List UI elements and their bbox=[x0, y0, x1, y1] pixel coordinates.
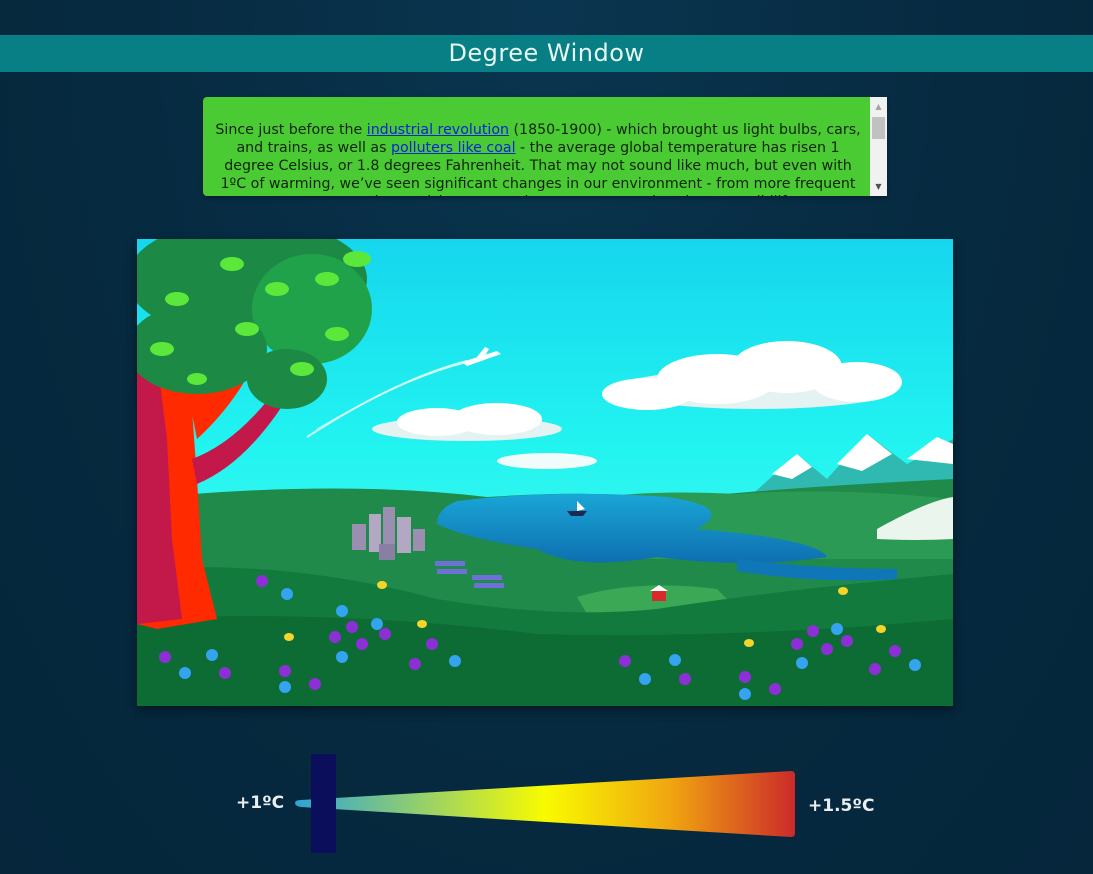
info-scrollbar[interactable]: ▲ ▼ bbox=[870, 97, 887, 196]
scroll-up-arrow-icon[interactable]: ▲ bbox=[870, 98, 887, 115]
page-title: Degree Window bbox=[0, 35, 1093, 72]
slider-handle[interactable] bbox=[311, 754, 336, 853]
scroll-down-arrow-icon[interactable]: ▼ bbox=[870, 178, 887, 195]
info-text: Since just before the industrial revolut… bbox=[215, 121, 861, 196]
slider-min-label: +1ºC bbox=[236, 793, 285, 813]
info-text-part-1: Since just before the bbox=[215, 122, 367, 138]
temperature-slider[interactable]: +1ºC +1.5ºC bbox=[0, 745, 1093, 865]
industrial-revolution-link[interactable]: industrial revolution bbox=[367, 122, 509, 138]
slider-max-label: +1.5ºC bbox=[808, 796, 875, 816]
degree-window-page: Degree Window Since just before the indu… bbox=[0, 0, 1093, 874]
polluters-like-coal-link[interactable]: polluters like coal bbox=[391, 140, 516, 156]
temperature-ramp[interactable] bbox=[295, 769, 797, 839]
scroll-thumb[interactable] bbox=[872, 117, 885, 139]
info-panel[interactable]: Since just before the industrial revolut… bbox=[203, 97, 887, 196]
landscape-illustration bbox=[137, 239, 953, 706]
